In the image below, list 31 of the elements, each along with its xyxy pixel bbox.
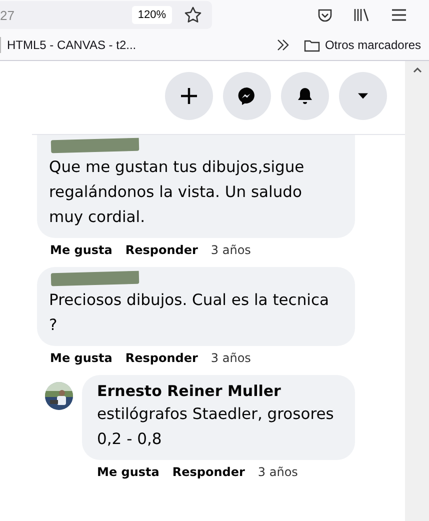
comment-text: Preciosos dibujos. Cual es la tecnica ?: [49, 290, 330, 336]
bookmark-folder[interactable]: Otros marcadores: [304, 38, 421, 52]
like-link[interactable]: Me gusta: [97, 465, 160, 479]
bell-icon: [295, 86, 315, 106]
messenger-button[interactable]: [223, 72, 271, 120]
plus-icon: [179, 86, 199, 106]
plus-button[interactable]: [165, 72, 213, 120]
like-link[interactable]: Me gusta: [50, 351, 112, 365]
reply-link[interactable]: Responder: [125, 351, 198, 365]
comment-text: Que me gustan tus dibujos,sigue regalándonos la vista. Un saludo muy cordial.: [49, 157, 306, 228]
pocket-icon[interactable]: [317, 7, 333, 23]
folder-icon: [304, 38, 320, 52]
comment-text: estilógrafos Staedler, grosores 0,2 - 0,8: [97, 404, 335, 450]
author-name[interactable]: Ernesto Reiner Muller: [97, 381, 341, 402]
reply-link[interactable]: Responder: [125, 243, 198, 257]
bookmark[interactable]: HTML5 - CANVAS - t2...: [7, 38, 136, 52]
reply-link[interactable]: Responder: [172, 465, 245, 479]
scroll-up-icon[interactable]: [412, 67, 422, 73]
address-text: 27: [0, 8, 14, 22]
star-icon[interactable]: [184, 6, 202, 24]
timestamp[interactable]: 3 años: [210, 351, 251, 365]
timestamp[interactable]: 3 años: [210, 243, 251, 257]
messenger-icon: [237, 86, 257, 106]
chevron-icon[interactable]: [276, 39, 290, 51]
library-icon[interactable]: [353, 7, 371, 23]
caret-icon: [358, 93, 368, 99]
timestamp[interactable]: 3 años: [258, 465, 298, 479]
zoom-badge[interactable]: 120%: [132, 6, 172, 24]
like-link[interactable]: Me gusta: [50, 243, 112, 257]
bell-button[interactable]: [281, 72, 329, 120]
menu-icon[interactable]: [391, 8, 407, 22]
